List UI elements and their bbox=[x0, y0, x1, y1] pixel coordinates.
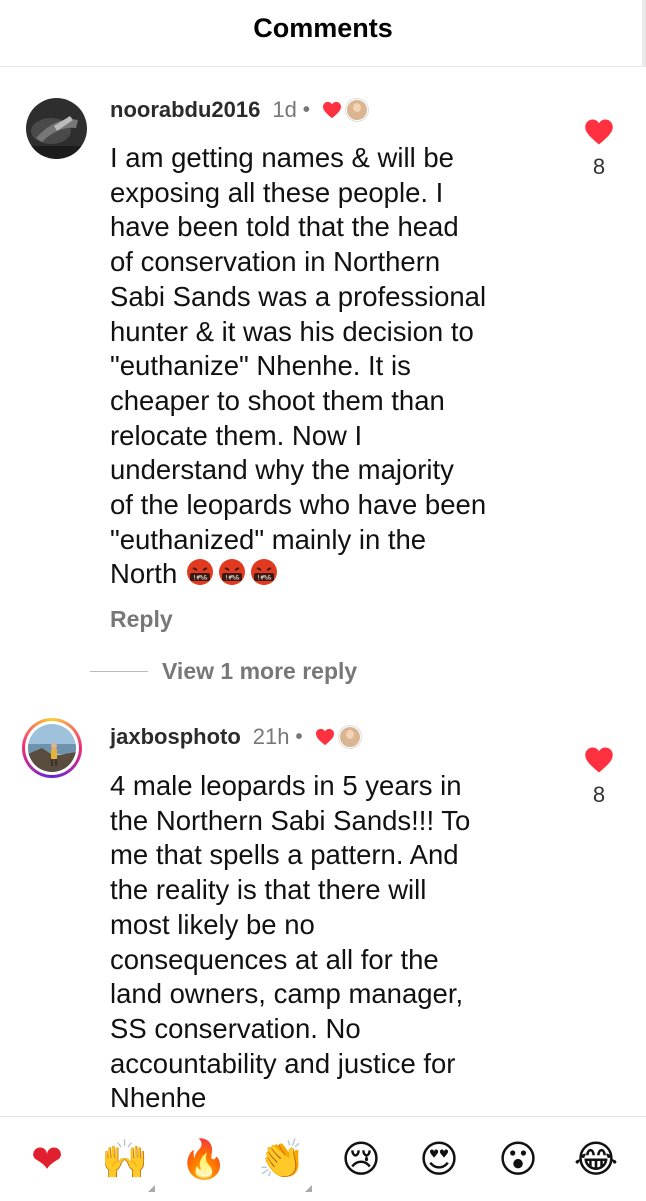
svg-text:!#%&: !#%& bbox=[225, 575, 240, 582]
view-more-label[interactable]: View 1 more reply bbox=[162, 658, 357, 685]
crying-face-emoji-button[interactable]: 😢 bbox=[334, 1133, 388, 1185]
avatar[interactable] bbox=[28, 724, 76, 772]
quick-reaction-bar: ❤ 🙌 🔥 👏 😢 😍 😮 😂 bbox=[0, 1116, 646, 1201]
like-count: 8 bbox=[592, 154, 606, 179]
username[interactable]: jaxbosphoto bbox=[110, 724, 241, 750]
like-count: 8 bbox=[592, 782, 606, 807]
like-heart-icon[interactable] bbox=[584, 118, 614, 146]
comment-text: 4 male leopards in 5 years in the Northe… bbox=[110, 769, 565, 1116]
separator-dot: • bbox=[295, 725, 303, 748]
comment-time: 21h bbox=[252, 724, 290, 749]
avatar[interactable] bbox=[26, 98, 87, 159]
skin-tone-indicator bbox=[148, 1185, 155, 1192]
like-column: 8 bbox=[580, 746, 618, 808]
tears-of-joy-emoji-button[interactable]: 😂 bbox=[569, 1133, 623, 1185]
surprised-face-emoji-button[interactable]: 😮 bbox=[491, 1133, 545, 1185]
comments-header: Comments bbox=[0, 0, 646, 67]
heart-eyes-emoji-button[interactable]: 😍 bbox=[412, 1133, 466, 1185]
like-column: 8 bbox=[580, 118, 618, 180]
view-more-replies[interactable]: View 1 more reply bbox=[90, 658, 357, 685]
separator-dot: • bbox=[302, 98, 310, 121]
skin-tone-indicator bbox=[305, 1185, 312, 1192]
face-with-symbols-on-mouth-icon: !#%& bbox=[186, 559, 213, 586]
comment-meta: jaxbosphoto 21h • bbox=[110, 722, 361, 752]
comment-body: 4 male leopards in 5 years in the Northe… bbox=[110, 770, 471, 1114]
creator-liked-heart-icon bbox=[315, 728, 334, 746]
svg-text:!#%&: !#%& bbox=[257, 575, 272, 582]
reply-button[interactable]: Reply bbox=[110, 606, 173, 633]
comment-meta: noorabdu2016 1d • bbox=[110, 95, 368, 125]
fire-emoji-button[interactable]: 🔥 bbox=[177, 1133, 231, 1185]
emoji-group: !#%& !#%& !#%& bbox=[177, 558, 281, 589]
creator-avatar-mini bbox=[338, 726, 361, 748]
clapping-hands-emoji-button[interactable]: 👏 bbox=[255, 1133, 309, 1185]
comment-body: I am getting names & will be exposing al… bbox=[110, 142, 487, 590]
like-heart-icon[interactable] bbox=[584, 746, 614, 774]
username[interactable]: noorabdu2016 bbox=[110, 97, 260, 123]
raising-hands-emoji-button[interactable]: 🙌 bbox=[98, 1133, 152, 1185]
svg-text:!#%&: !#%& bbox=[193, 575, 208, 582]
page-title: Comments bbox=[253, 13, 393, 43]
creator-liked-heart-icon bbox=[322, 101, 341, 119]
scroll-edge bbox=[642, 0, 646, 66]
creator-avatar-mini bbox=[345, 99, 368, 121]
face-with-symbols-on-mouth-icon: !#%& bbox=[218, 559, 245, 586]
red-heart-emoji-button[interactable]: ❤ bbox=[20, 1133, 74, 1185]
face-with-symbols-on-mouth-icon: !#%& bbox=[250, 559, 277, 586]
comment-text: I am getting names & will be exposing al… bbox=[110, 141, 565, 592]
comment-time: 1d bbox=[272, 97, 297, 122]
divider-line bbox=[90, 671, 148, 672]
avatar-story-ring[interactable] bbox=[22, 718, 82, 778]
